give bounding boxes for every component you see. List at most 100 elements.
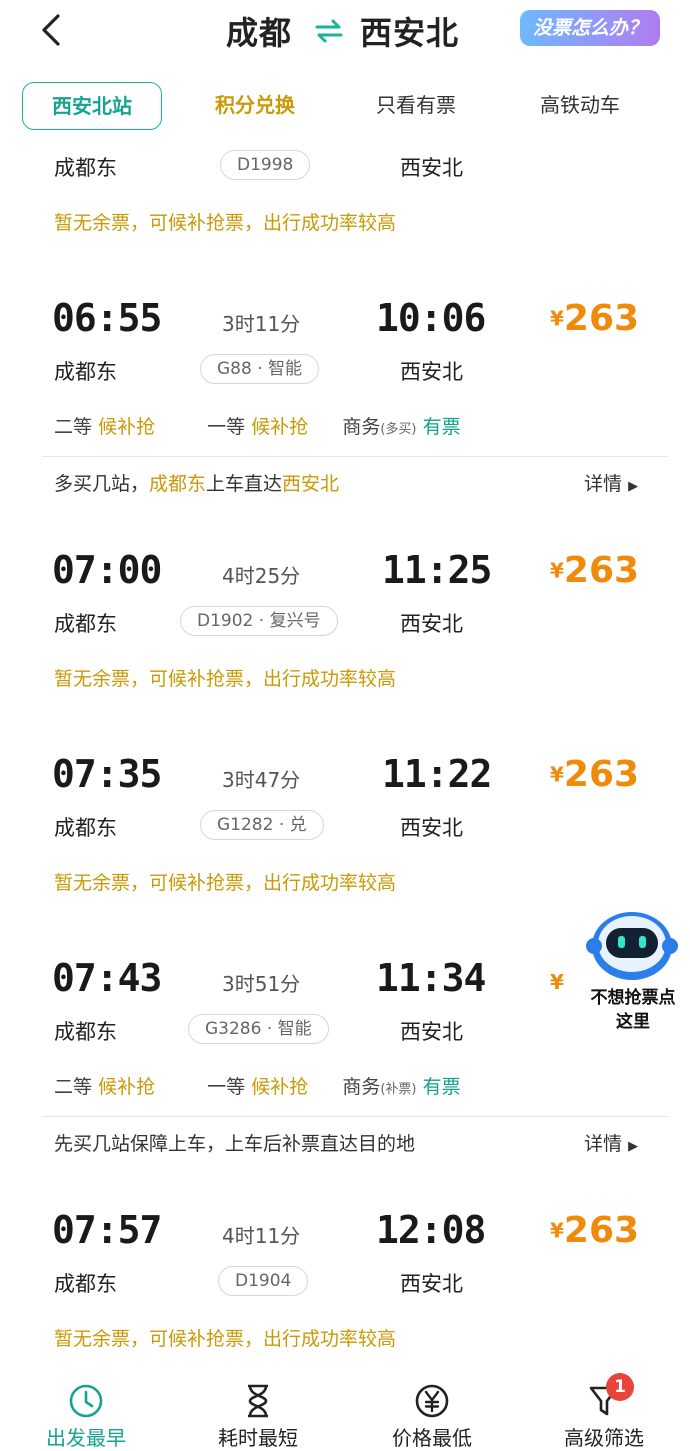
details-link[interactable]: 详情 ▶ — [584, 469, 638, 496]
triangle-right-icon: ▶ — [628, 1139, 639, 1154]
currency-symbol: ¥ — [550, 762, 564, 787]
price: ¥263 — [550, 550, 639, 591]
price: ¥ — [550, 970, 564, 994]
arrival-time: 10:06 — [376, 296, 486, 340]
arrival-time: 11:34 — [376, 956, 486, 1000]
filter-bar: 西安北站 积分兑换 只看有票 高铁动车 — [0, 82, 690, 132]
nav-label: 高级筛选 — [564, 1426, 644, 1450]
departure-time: 07:00 — [52, 548, 162, 592]
train-number: G3286 · 智能 — [188, 1014, 329, 1044]
departure-time: 06:55 — [52, 296, 162, 340]
hint-station: 成都东 — [149, 473, 207, 495]
nav-label: 价格最低 — [392, 1426, 472, 1450]
currency-symbol: ¥ — [550, 970, 564, 994]
train-row[interactable]: 07:57 4时11分 12:08 ¥263 成都东 D1904 西安北 暂无余… — [0, 1208, 690, 1358]
seat-class-second: 二等 — [54, 416, 93, 438]
duration: 3时11分 — [222, 312, 301, 336]
duration: 3时47分 — [222, 768, 301, 792]
price-value: 263 — [563, 1210, 640, 1251]
train-number: G88 · 智能 — [200, 354, 320, 384]
details-label: 详情 — [584, 473, 623, 495]
departure-time: 07:57 — [52, 1208, 162, 1252]
price-value: 263 — [563, 754, 640, 795]
train-number: D1904 — [218, 1266, 309, 1296]
train-row[interactable]: 07:35 3时47分 11:22 ¥263 成都东 G1282 · 兑 西安北… — [0, 752, 690, 902]
train-row[interactable]: 06:55 3时11分 10:06 ¥263 成都东 G88 · 智能 西安北 … — [0, 296, 690, 506]
sort-earliest-departure[interactable]: 出发最早 — [16, 1376, 156, 1451]
price-value: 263 — [563, 550, 640, 591]
buy-more-hint: 多买几站，成都东上车直达西安北 — [54, 469, 339, 496]
filter-available-only[interactable]: 只看有票 — [346, 82, 486, 128]
to-station: 西安北 — [400, 360, 463, 384]
advanced-filter[interactable]: 高级筛选 — [534, 1376, 674, 1451]
from-station: 成都东 — [54, 816, 117, 840]
to-station: 西安北 — [400, 156, 463, 180]
seat-class-business: 商务 — [342, 416, 381, 438]
to-station: 西安北 — [400, 816, 463, 840]
bottom-sort-bar: 出发最早 耗时最短 价格最低 高级筛选 — [0, 1376, 690, 1451]
price-value: 263 — [563, 298, 640, 339]
currency-symbol: ¥ — [550, 1218, 564, 1243]
seat-status: 候补抢 — [251, 1076, 309, 1098]
currency-symbol: ¥ — [550, 306, 564, 331]
train-row[interactable]: 07:00 4时25分 11:25 ¥263 成都东 D1902 · 复兴号 西… — [0, 548, 690, 698]
duration: 4时25分 — [222, 564, 301, 588]
seat-status: 候补抢 — [98, 416, 156, 438]
seat-class-first: 一等 — [207, 1076, 246, 1098]
seat-class-first: 一等 — [207, 416, 246, 438]
seat-class-business: 商务 — [342, 1076, 381, 1098]
duration: 4时11分 — [222, 1224, 301, 1248]
filter-count-badge: 1 — [606, 1373, 634, 1401]
nav-label: 耗时最短 — [218, 1426, 298, 1450]
hourglass-icon — [248, 1384, 268, 1418]
from-station: 成都东 — [54, 1020, 117, 1044]
details-label: 详情 — [584, 1133, 623, 1155]
no-ticket-help-button[interactable]: 没票怎么办？ — [520, 10, 660, 46]
to-station: 西安北 — [400, 1272, 463, 1296]
train-number: G1282 · 兑 — [200, 810, 324, 840]
filter-station[interactable]: 西安北站 — [22, 82, 162, 130]
swap-icon[interactable] — [314, 16, 344, 46]
train-number: D1998 — [220, 150, 311, 180]
hint-text: 上车直达 — [206, 473, 283, 495]
seat-status: 候补抢 — [251, 416, 309, 438]
departure-time: 07:43 — [52, 956, 162, 1000]
arrival-time: 11:25 — [382, 548, 492, 592]
from-station: 成都东 — [54, 156, 117, 180]
filter-high-speed[interactable]: 高铁动车 — [510, 82, 650, 128]
destination-city[interactable]: 西安北 — [360, 8, 459, 54]
currency-symbol: ¥ — [550, 558, 564, 583]
from-station: 成都东 — [54, 612, 117, 636]
arrival-time: 11:22 — [382, 752, 492, 796]
seat-status: 有票 — [422, 416, 461, 438]
seat-note: (多买) — [380, 422, 417, 437]
back-button[interactable] — [34, 10, 74, 50]
details-link[interactable]: 详情 ▶ — [584, 1129, 638, 1156]
assistant-bot-button[interactable] — [582, 904, 682, 984]
seat-availability: 二等 候补抢 一等 候补抢 商务(补票) 有票 — [54, 1072, 484, 1102]
seat-availability: 二等 候补抢 一等 候补抢 商务(多买) 有票 — [54, 412, 484, 442]
origin-city[interactable]: 成都 — [226, 8, 292, 54]
departure-time: 07:35 — [52, 752, 162, 796]
status-text: 暂无余票，可候补抢票，出行成功率较高 — [54, 212, 397, 234]
filter-points-exchange[interactable]: 积分兑换 — [190, 82, 320, 128]
sort-shortest-duration[interactable]: 耗时最短 — [188, 1376, 328, 1451]
sort-lowest-price[interactable]: 价格最低 — [362, 1376, 502, 1451]
yen-icon — [415, 1384, 449, 1418]
status-text: 暂无余票，可候补抢票，出行成功率较高 — [54, 668, 397, 690]
price: ¥263 — [550, 298, 639, 339]
assistant-text: 这里 — [616, 1012, 650, 1032]
seat-class-second: 二等 — [54, 1076, 93, 1098]
assistant-bot-label[interactable]: 不想抢票点 这里 — [578, 986, 688, 1034]
chevron-left-icon — [42, 14, 60, 46]
to-station: 西安北 — [400, 1020, 463, 1044]
assistant-text: 不想抢票点 — [590, 988, 676, 1008]
seat-status: 有票 — [422, 1076, 461, 1098]
clock-icon — [69, 1384, 103, 1418]
to-station: 西安北 — [400, 612, 463, 636]
nav-label: 出发最早 — [46, 1426, 126, 1450]
buy-more-hint: 先买几站保障上车，上车后补票直达目的地 — [54, 1133, 416, 1155]
train-row-partial[interactable]: 成都东 D1998 西安北 暂无余票，可候补抢票，出行成功率较高 — [0, 146, 690, 246]
robot-icon — [586, 912, 678, 980]
seat-note: (补票) — [380, 1082, 417, 1097]
